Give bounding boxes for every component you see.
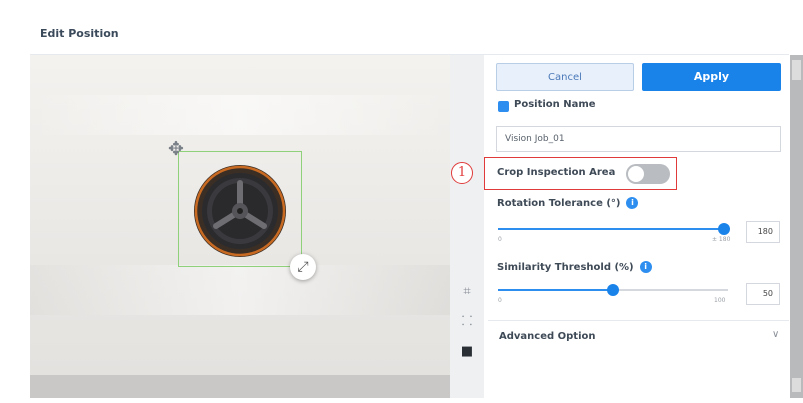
fit-view-icon[interactable]: ⌗ <box>457 283 477 301</box>
rotation-slider-thumb[interactable] <box>718 223 730 235</box>
position-name-input[interactable]: Vision Job_01 <box>496 126 781 152</box>
position-name-label: Position Name <box>514 99 596 110</box>
crop-inspection-toggle[interactable] <box>626 164 670 184</box>
similarity-slider-thumb[interactable] <box>607 284 619 296</box>
rotation-min-label: 0 <box>498 236 502 243</box>
panel-scrollbar[interactable] <box>790 55 803 398</box>
rotation-tolerance-section: Rotation Tolerance (°) i <box>497 197 639 209</box>
grid-icon[interactable]: ⸬ <box>457 313 477 331</box>
viewport-bottom-strip <box>30 375 450 398</box>
chevron-down-icon[interactable]: ∨ <box>772 329 779 340</box>
info-icon[interactable]: i <box>639 261 652 273</box>
advanced-option-label[interactable]: Advanced Option <box>499 331 596 342</box>
tool-strip: ⌗ ⸬ ■ <box>450 55 484 398</box>
rotation-slider-fill <box>498 228 728 230</box>
rotation-tolerance-label: Rotation Tolerance (°) <box>497 198 621 209</box>
dialog-title: Edit Position <box>40 27 119 40</box>
advanced-divider <box>488 320 789 321</box>
toolbox-icon[interactable]: ■ <box>457 343 477 361</box>
similarity-slider-fill <box>498 289 613 291</box>
rotation-value-input[interactable]: 180 <box>746 221 780 243</box>
similarity-threshold-section: Similarity Threshold (%) i <box>497 261 652 273</box>
similarity-value-input[interactable]: 50 <box>746 283 780 305</box>
crop-inspection-label: Crop Inspection Area <box>497 167 616 178</box>
toggle-knob <box>628 166 644 182</box>
similarity-max-label: 100 <box>714 297 726 304</box>
cancel-button[interactable]: Cancel <box>496 63 634 91</box>
apply-button[interactable]: Apply <box>642 63 781 91</box>
similarity-min-label: 0 <box>498 297 502 304</box>
similarity-threshold-label: Similarity Threshold (%) <box>497 262 634 273</box>
scrollbar-up-thumb[interactable] <box>792 60 801 80</box>
move-icon[interactable]: ✥ <box>164 137 188 161</box>
image-viewport[interactable]: ✥ ⤢ <box>30 55 450 398</box>
search-region-box[interactable] <box>178 151 302 267</box>
scrollbar-down-thumb[interactable] <box>792 378 801 392</box>
resize-icon[interactable]: ⤢ <box>290 254 316 280</box>
position-name-icon <box>498 101 509 112</box>
background-band <box>30 265 450 315</box>
background-band <box>30 95 450 135</box>
info-icon[interactable]: i <box>626 197 639 209</box>
callout-badge: 1 <box>451 162 473 184</box>
rotation-max-label: ± 180 <box>712 236 731 243</box>
edit-position-dialog: Edit Position ✥ ⤢ ⌗ ⸬ ■ Cancel Apply Pos… <box>0 0 803 403</box>
